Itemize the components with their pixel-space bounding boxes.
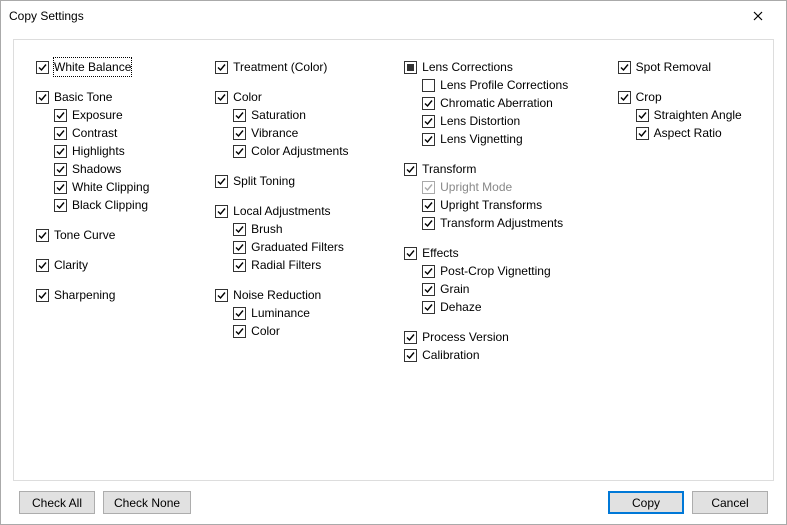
- settings-group: White Balance Basic Tone Exposure Contra…: [13, 39, 774, 481]
- column-2: Treatment (Color) Color Saturation Vibra…: [215, 58, 372, 352]
- cancel-button[interactable]: Cancel: [692, 491, 768, 514]
- checkbox-lens-vignetting[interactable]: Lens Vignetting: [422, 130, 586, 148]
- checkbox-luminance[interactable]: Luminance: [233, 304, 372, 322]
- checkbox-lens-profile[interactable]: Lens Profile Corrections: [422, 76, 586, 94]
- check-none-button[interactable]: Check None: [103, 491, 191, 514]
- checkbox-sharpening[interactable]: Sharpening: [36, 286, 183, 304]
- checkbox-post-crop-vignetting[interactable]: Post-Crop Vignetting: [422, 262, 586, 280]
- dialog-copy-settings: Copy Settings White Balance Basic Tone: [0, 0, 787, 525]
- checkbox-spot-removal[interactable]: Spot Removal: [618, 58, 755, 76]
- column-1: White Balance Basic Tone Exposure Contra…: [36, 58, 183, 316]
- checkbox-nr-color[interactable]: Color: [233, 322, 372, 340]
- checkbox-dehaze[interactable]: Dehaze: [422, 298, 586, 316]
- checkbox-tone-curve[interactable]: Tone Curve: [36, 226, 183, 244]
- checkbox-crop[interactable]: Crop: [618, 88, 755, 106]
- checkbox-basic-tone[interactable]: Basic Tone: [36, 88, 183, 106]
- column-4: Spot Removal Crop Straighten Angle Aspec…: [618, 58, 755, 154]
- button-row: Check All Check None Copy Cancel: [13, 481, 774, 514]
- close-button[interactable]: [738, 2, 778, 30]
- checkbox-highlights[interactable]: Highlights: [54, 142, 183, 160]
- close-icon: [753, 11, 763, 21]
- checkbox-color-adjustments[interactable]: Color Adjustments: [233, 142, 372, 160]
- checkbox-white-balance[interactable]: White Balance: [36, 58, 183, 76]
- titlebar: Copy Settings: [1, 1, 786, 31]
- checkbox-brush[interactable]: Brush: [233, 220, 372, 238]
- columns: White Balance Basic Tone Exposure Contra…: [36, 58, 755, 376]
- checkbox-chromatic-aberration[interactable]: Chromatic Aberration: [422, 94, 586, 112]
- checkbox-lens-distortion[interactable]: Lens Distortion: [422, 112, 586, 130]
- checkbox-straighten-angle[interactable]: Straighten Angle: [636, 106, 755, 124]
- checkbox-split-toning[interactable]: Split Toning: [215, 172, 372, 190]
- checkbox-aspect-ratio[interactable]: Aspect Ratio: [636, 124, 755, 142]
- checkbox-upright-mode: Upright Mode: [422, 178, 586, 196]
- checkbox-saturation[interactable]: Saturation: [233, 106, 372, 124]
- checkbox-shadows[interactable]: Shadows: [54, 160, 183, 178]
- window-title: Copy Settings: [9, 9, 738, 23]
- checkbox-transform-adjustments[interactable]: Transform Adjustments: [422, 214, 586, 232]
- checkbox-grain[interactable]: Grain: [422, 280, 586, 298]
- client-area: White Balance Basic Tone Exposure Contra…: [1, 31, 786, 524]
- checkbox-effects[interactable]: Effects: [404, 244, 586, 262]
- checkbox-calibration[interactable]: Calibration: [404, 346, 586, 364]
- copy-button[interactable]: Copy: [608, 491, 684, 514]
- checkbox-clarity[interactable]: Clarity: [36, 256, 183, 274]
- column-3: Lens Corrections Lens Profile Correction…: [404, 58, 586, 376]
- checkbox-color[interactable]: Color: [215, 88, 372, 106]
- checkbox-transform[interactable]: Transform: [404, 160, 586, 178]
- checkbox-white-clipping[interactable]: White Clipping: [54, 178, 183, 196]
- checkbox-noise-reduction[interactable]: Noise Reduction: [215, 286, 372, 304]
- checkbox-contrast[interactable]: Contrast: [54, 124, 183, 142]
- checkbox-exposure[interactable]: Exposure: [54, 106, 183, 124]
- checkbox-vibrance[interactable]: Vibrance: [233, 124, 372, 142]
- checkbox-graduated-filters[interactable]: Graduated Filters: [233, 238, 372, 256]
- checkbox-upright-transforms[interactable]: Upright Transforms: [422, 196, 586, 214]
- checkbox-radial-filters[interactable]: Radial Filters: [233, 256, 372, 274]
- checkbox-local-adjustments[interactable]: Local Adjustments: [215, 202, 372, 220]
- check-all-button[interactable]: Check All: [19, 491, 95, 514]
- checkbox-lens-corrections[interactable]: Lens Corrections: [404, 58, 586, 76]
- checkbox-black-clipping[interactable]: Black Clipping: [54, 196, 183, 214]
- checkbox-process-version[interactable]: Process Version: [404, 328, 586, 346]
- checkbox-treatment[interactable]: Treatment (Color): [215, 58, 372, 76]
